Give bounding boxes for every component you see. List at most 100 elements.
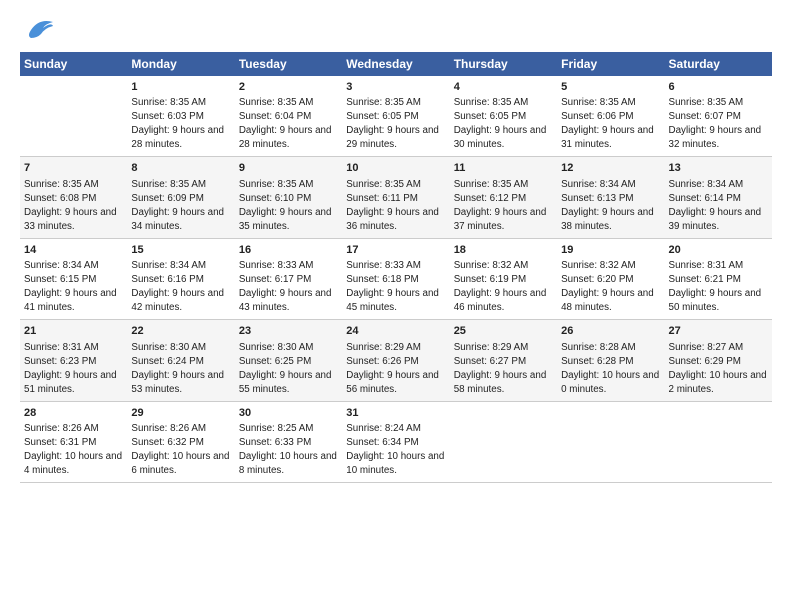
day-number: 5 xyxy=(561,80,660,95)
day-number: 21 xyxy=(24,324,123,339)
day-number: 9 xyxy=(239,161,338,176)
cell-info: Sunrise: 8:29 AMSunset: 6:27 PMDaylight:… xyxy=(454,342,547,395)
weekday-header: Saturday xyxy=(665,52,772,76)
cell-info: Sunrise: 8:26 AMSunset: 6:32 PMDaylight:… xyxy=(131,423,229,476)
cell-info: Sunrise: 8:30 AMSunset: 6:25 PMDaylight:… xyxy=(239,342,332,395)
day-number: 10 xyxy=(346,161,445,176)
day-number: 20 xyxy=(669,243,768,258)
day-number: 3 xyxy=(346,80,445,95)
cell-info: Sunrise: 8:35 AMSunset: 6:07 PMDaylight:… xyxy=(669,97,762,150)
cell-info: Sunrise: 8:32 AMSunset: 6:20 PMDaylight:… xyxy=(561,260,654,313)
day-number: 8 xyxy=(131,161,230,176)
cell-info: Sunrise: 8:34 AMSunset: 6:16 PMDaylight:… xyxy=(131,260,224,313)
cell-info: Sunrise: 8:33 AMSunset: 6:18 PMDaylight:… xyxy=(346,260,439,313)
cell-info: Sunrise: 8:35 AMSunset: 6:09 PMDaylight:… xyxy=(131,179,224,232)
calendar-cell: 26 Sunrise: 8:28 AMSunset: 6:28 PMDayligh… xyxy=(557,320,664,401)
day-number: 17 xyxy=(346,243,445,258)
cell-info: Sunrise: 8:31 AMSunset: 6:21 PMDaylight:… xyxy=(669,260,762,313)
day-number: 1 xyxy=(131,80,230,95)
cell-info: Sunrise: 8:34 AMSunset: 6:14 PMDaylight:… xyxy=(669,179,762,232)
calendar-cell: 1 Sunrise: 8:35 AMSunset: 6:03 PMDaylight… xyxy=(127,76,234,157)
calendar-cell: 9 Sunrise: 8:35 AMSunset: 6:10 PMDaylight… xyxy=(235,157,342,238)
calendar-cell: 21 Sunrise: 8:31 AMSunset: 6:23 PMDayligh… xyxy=(20,320,127,401)
cell-info: Sunrise: 8:29 AMSunset: 6:26 PMDaylight:… xyxy=(346,342,439,395)
logo xyxy=(20,16,55,42)
cell-info: Sunrise: 8:30 AMSunset: 6:24 PMDaylight:… xyxy=(131,342,224,395)
cell-info: Sunrise: 8:28 AMSunset: 6:28 PMDaylight:… xyxy=(561,342,659,395)
calendar-cell xyxy=(20,76,127,157)
weekday-header: Sunday xyxy=(20,52,127,76)
cell-info: Sunrise: 8:35 AMSunset: 6:04 PMDaylight:… xyxy=(239,97,332,150)
cell-info: Sunrise: 8:34 AMSunset: 6:13 PMDaylight:… xyxy=(561,179,654,232)
calendar-cell: 15 Sunrise: 8:34 AMSunset: 6:16 PMDayligh… xyxy=(127,238,234,319)
calendar-cell: 3 Sunrise: 8:35 AMSunset: 6:05 PMDaylight… xyxy=(342,76,449,157)
calendar-cell: 25 Sunrise: 8:29 AMSunset: 6:27 PMDayligh… xyxy=(450,320,557,401)
cell-info: Sunrise: 8:35 AMSunset: 6:06 PMDaylight:… xyxy=(561,97,654,150)
calendar-cell: 19Sunrise: 8:32 AMSunset: 6:20 PMDayligh… xyxy=(557,238,664,319)
calendar-cell: 5 Sunrise: 8:35 AMSunset: 6:06 PMDaylight… xyxy=(557,76,664,157)
weekday-header: Monday xyxy=(127,52,234,76)
day-number: 12 xyxy=(561,161,660,176)
day-number: 14 xyxy=(24,243,123,258)
day-number: 18 xyxy=(454,243,553,258)
calendar-cell: 6 Sunrise: 8:35 AMSunset: 6:07 PMDaylight… xyxy=(665,76,772,157)
day-number: 25 xyxy=(454,324,553,339)
calendar-cell: 27Sunrise: 8:27 AMSunset: 6:29 PMDayligh… xyxy=(665,320,772,401)
calendar-cell: 16Sunrise: 8:33 AMSunset: 6:17 PMDayligh… xyxy=(235,238,342,319)
day-number: 23 xyxy=(239,324,338,339)
cell-info: Sunrise: 8:31 AMSunset: 6:23 PMDaylight:… xyxy=(24,342,117,395)
day-number: 29 xyxy=(131,406,230,421)
cell-info: Sunrise: 8:35 AMSunset: 6:11 PMDaylight:… xyxy=(346,179,439,232)
logo-bird-icon xyxy=(23,16,55,42)
calendar-cell: 13Sunrise: 8:34 AMSunset: 6:14 PMDayligh… xyxy=(665,157,772,238)
calendar-cell: 7 Sunrise: 8:35 AMSunset: 6:08 PMDaylight… xyxy=(20,157,127,238)
cell-info: Sunrise: 8:35 AMSunset: 6:05 PMDaylight:… xyxy=(454,97,547,150)
calendar-cell: 28 Sunrise: 8:26 AMSunset: 6:31 PMDayligh… xyxy=(20,401,127,482)
day-number: 22 xyxy=(131,324,230,339)
cell-info: Sunrise: 8:27 AMSunset: 6:29 PMDaylight:… xyxy=(669,342,767,395)
calendar-row: 21 Sunrise: 8:31 AMSunset: 6:23 PMDayligh… xyxy=(20,320,772,401)
calendar-cell xyxy=(450,401,557,482)
day-number: 2 xyxy=(239,80,338,95)
calendar-cell: 4 Sunrise: 8:35 AMSunset: 6:05 PMDaylight… xyxy=(450,76,557,157)
day-number: 15 xyxy=(131,243,230,258)
calendar-cell: 17 Sunrise: 8:33 AMSunset: 6:18 PMDayligh… xyxy=(342,238,449,319)
cell-info: Sunrise: 8:26 AMSunset: 6:31 PMDaylight:… xyxy=(24,423,122,476)
day-number: 6 xyxy=(669,80,768,95)
cell-info: Sunrise: 8:35 AMSunset: 6:12 PMDaylight:… xyxy=(454,179,547,232)
calendar-cell: 31Sunrise: 8:24 AMSunset: 6:34 PMDayligh… xyxy=(342,401,449,482)
cell-info: Sunrise: 8:35 AMSunset: 6:03 PMDaylight:… xyxy=(131,97,224,150)
calendar-cell: 23 Sunrise: 8:30 AMSunset: 6:25 PMDayligh… xyxy=(235,320,342,401)
calendar-table: SundayMondayTuesdayWednesdayThursdayFrid… xyxy=(20,52,772,483)
calendar-row: 7 Sunrise: 8:35 AMSunset: 6:08 PMDaylight… xyxy=(20,157,772,238)
cell-info: Sunrise: 8:35 AMSunset: 6:05 PMDaylight:… xyxy=(346,97,439,150)
day-number: 30 xyxy=(239,406,338,421)
day-number: 26 xyxy=(561,324,660,339)
calendar-row: 14Sunrise: 8:34 AMSunset: 6:15 PMDayligh… xyxy=(20,238,772,319)
cell-info: Sunrise: 8:25 AMSunset: 6:33 PMDaylight:… xyxy=(239,423,337,476)
weekday-header: Wednesday xyxy=(342,52,449,76)
day-number: 7 xyxy=(24,161,123,176)
cell-info: Sunrise: 8:33 AMSunset: 6:17 PMDaylight:… xyxy=(239,260,332,313)
weekday-header: Tuesday xyxy=(235,52,342,76)
page-header xyxy=(20,16,772,42)
calendar-cell: 22 Sunrise: 8:30 AMSunset: 6:24 PMDayligh… xyxy=(127,320,234,401)
day-number: 4 xyxy=(454,80,553,95)
day-number: 11 xyxy=(454,161,553,176)
calendar-cell: 11 Sunrise: 8:35 AMSunset: 6:12 PMDayligh… xyxy=(450,157,557,238)
calendar-cell: 24Sunrise: 8:29 AMSunset: 6:26 PMDayligh… xyxy=(342,320,449,401)
calendar-cell: 10 Sunrise: 8:35 AMSunset: 6:11 PMDayligh… xyxy=(342,157,449,238)
weekday-header: Thursday xyxy=(450,52,557,76)
cell-info: Sunrise: 8:32 AMSunset: 6:19 PMDaylight:… xyxy=(454,260,547,313)
calendar-header-row: SundayMondayTuesdayWednesdayThursdayFrid… xyxy=(20,52,772,76)
calendar-cell: 30 Sunrise: 8:25 AMSunset: 6:33 PMDayligh… xyxy=(235,401,342,482)
calendar-cell: 8 Sunrise: 8:35 AMSunset: 6:09 PMDaylight… xyxy=(127,157,234,238)
calendar-cell xyxy=(557,401,664,482)
cell-info: Sunrise: 8:35 AMSunset: 6:10 PMDaylight:… xyxy=(239,179,332,232)
calendar-row: 1 Sunrise: 8:35 AMSunset: 6:03 PMDaylight… xyxy=(20,76,772,157)
calendar-cell: 12 Sunrise: 8:34 AMSunset: 6:13 PMDayligh… xyxy=(557,157,664,238)
day-number: 28 xyxy=(24,406,123,421)
calendar-cell: 2 Sunrise: 8:35 AMSunset: 6:04 PMDaylight… xyxy=(235,76,342,157)
calendar-cell: 14Sunrise: 8:34 AMSunset: 6:15 PMDayligh… xyxy=(20,238,127,319)
cell-info: Sunrise: 8:35 AMSunset: 6:08 PMDaylight:… xyxy=(24,179,117,232)
